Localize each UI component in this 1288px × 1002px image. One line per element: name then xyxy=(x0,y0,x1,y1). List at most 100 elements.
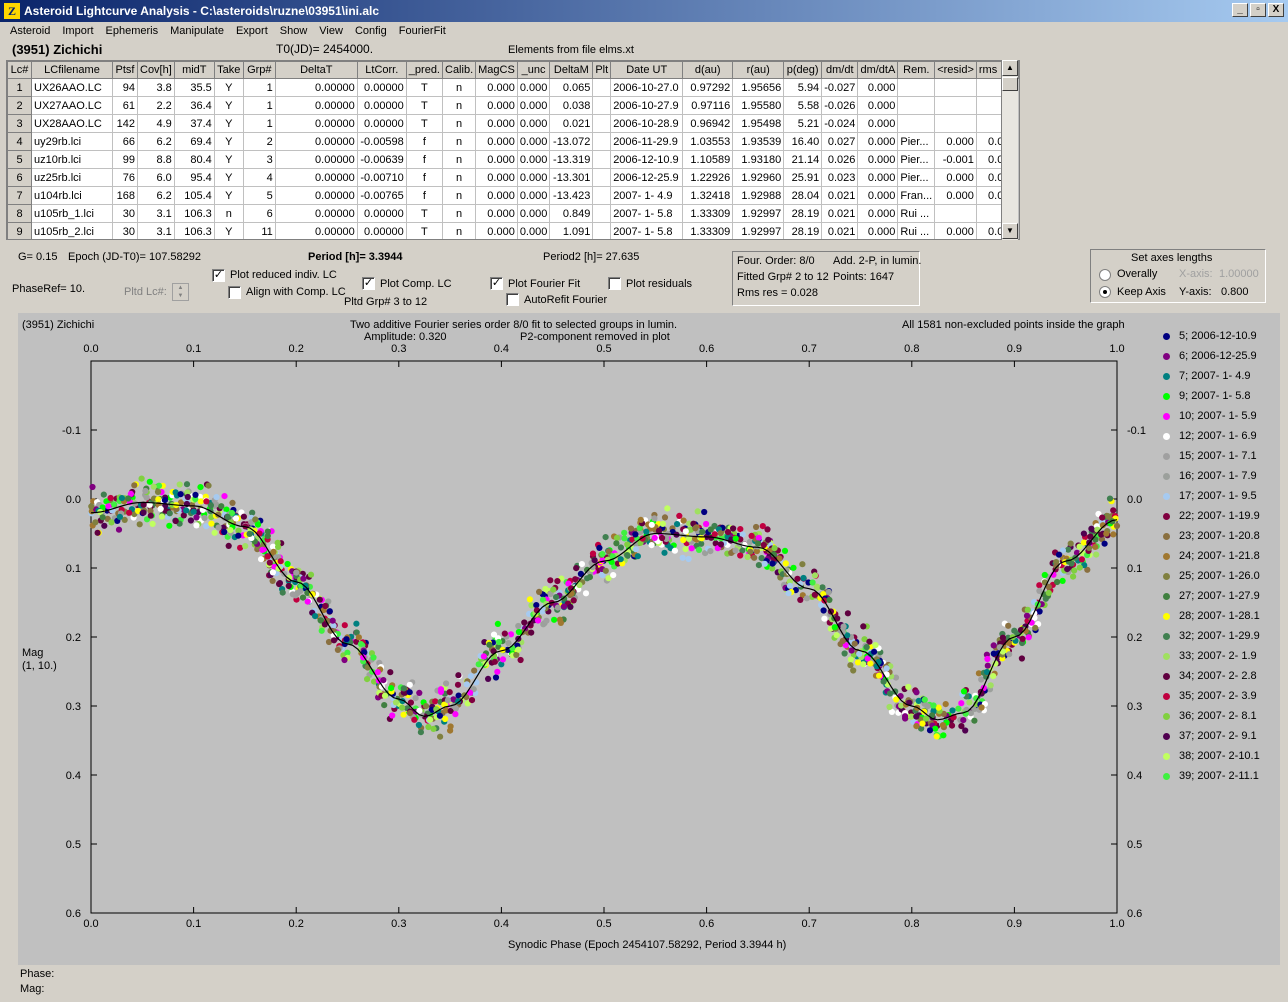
table-cell[interactable]: uz25rb.lci xyxy=(31,168,113,187)
table-cell[interactable]: 0.00000 xyxy=(274,186,358,205)
table-cell[interactable] xyxy=(592,222,612,239)
table-cell[interactable]: 0.96942 xyxy=(682,114,734,133)
table-cell[interactable]: 1.92997 xyxy=(732,204,785,223)
table-cell[interactable]: n xyxy=(441,132,477,151)
table-cell[interactable]: n xyxy=(441,78,477,97)
table-cell[interactable] xyxy=(592,204,612,223)
menu-view[interactable]: View xyxy=(313,22,349,41)
table-cell[interactable]: 2006-10-27.9 xyxy=(610,96,684,115)
table-row[interactable]: 2 UX27AAO.LC 61 2.2 36.4 Y 1 0.00000 0.00000 Tn 0.… xyxy=(7,96,1019,115)
scroll-down-icon[interactable]: ▼ xyxy=(1002,223,1018,239)
table-cell[interactable]: 1.95580 xyxy=(732,96,785,115)
table-cell[interactable]: 3.1 xyxy=(137,222,175,239)
table-cell[interactable]: 0.00000 xyxy=(274,78,358,97)
table-cell[interactable]: 2007- 1- 5.8 xyxy=(610,204,684,223)
table-cell[interactable]: 0.000 xyxy=(475,114,518,133)
column-header[interactable]: Cov[h] xyxy=(137,61,175,79)
column-header[interactable]: Date UT xyxy=(610,61,684,79)
table-cell[interactable]: 1.93539 xyxy=(732,132,785,151)
table-cell[interactable]: 1.93180 xyxy=(732,150,785,169)
keep-axis-radio[interactable] xyxy=(1099,286,1111,298)
table-cell[interactable]: 0.000 xyxy=(475,132,518,151)
table-cell[interactable]: 7 xyxy=(7,186,32,205)
table-cell[interactable]: 99 xyxy=(112,150,138,169)
table-cell[interactable]: 94 xyxy=(112,78,138,97)
table-cell[interactable]: -13.423 xyxy=(549,186,594,205)
table-cell[interactable]: uz10rb.lci xyxy=(31,150,113,169)
table-cell[interactable]: 0.000 xyxy=(857,132,899,151)
table-cell[interactable]: 0.027 xyxy=(821,132,859,151)
table-cell[interactable]: 0.065 xyxy=(549,78,594,97)
table-cell[interactable]: 0.00000 xyxy=(356,222,407,239)
align-comp-checkbox[interactable] xyxy=(228,286,241,299)
table-cell[interactable]: 1.95656 xyxy=(732,78,785,97)
table-cell[interactable] xyxy=(934,204,977,223)
table-cell[interactable]: 2006-10-27.0 xyxy=(610,78,684,97)
table-cell[interactable]: 5.21 xyxy=(783,114,823,133)
table-cell[interactable]: n xyxy=(441,222,477,239)
table-cell[interactable]: u105rb_1.lci xyxy=(31,204,113,223)
table-cell[interactable]: 1.92997 xyxy=(732,222,785,239)
minimize-button[interactable]: _ xyxy=(1232,3,1248,17)
table-cell[interactable]: 16.40 xyxy=(783,132,823,151)
table-cell[interactable]: u104rb.lci xyxy=(31,186,113,205)
table-cell[interactable]: n xyxy=(441,186,477,205)
table-cell[interactable]: Y xyxy=(213,132,244,151)
table-cell[interactable]: 0.000 xyxy=(516,114,551,133)
plot-fourier-checkbox[interactable]: ✓ xyxy=(490,277,503,290)
table-cell[interactable]: 35.5 xyxy=(173,78,215,97)
table-scrollbar[interactable]: ▲ ▼ xyxy=(1001,60,1018,240)
table-cell[interactable]: 2 xyxy=(7,96,32,115)
table-cell[interactable]: 1.03553 xyxy=(682,132,734,151)
table-cell[interactable]: 106.3 xyxy=(173,222,215,239)
table-cell[interactable]: Fran... xyxy=(897,186,936,205)
table-cell[interactable]: 0.000 xyxy=(516,132,551,151)
table-cell[interactable] xyxy=(592,168,612,187)
column-header[interactable]: MagCS xyxy=(475,61,518,79)
table-cell[interactable]: Y xyxy=(213,168,244,187)
table-cell[interactable]: 3.1 xyxy=(137,204,175,223)
table-cell[interactable]: 168 xyxy=(112,186,138,205)
column-header[interactable]: r(au) xyxy=(732,61,785,79)
table-cell[interactable]: 0.00000 xyxy=(356,96,407,115)
table-cell[interactable]: 1 xyxy=(7,78,32,97)
table-cell[interactable]: 0.00000 xyxy=(274,96,358,115)
table-cell[interactable]: -13.319 xyxy=(549,150,594,169)
column-header[interactable]: Plt xyxy=(592,61,612,79)
table-cell[interactable]: Pier... xyxy=(897,150,936,169)
table-cell[interactable]: 3.8 xyxy=(137,78,175,97)
table-cell[interactable]: 6.2 xyxy=(137,132,175,151)
table-cell[interactable]: 4 xyxy=(7,132,32,151)
table-cell[interactable]: UX27AAO.LC xyxy=(31,96,113,115)
table-cell[interactable]: n xyxy=(213,204,244,223)
table-cell[interactable]: n xyxy=(441,150,477,169)
table-cell[interactable]: 0.00000 xyxy=(274,222,358,239)
table-cell[interactable]: Rui ... xyxy=(897,222,936,239)
table-cell[interactable]: 0.000 xyxy=(934,186,977,205)
column-header[interactable]: Grp# xyxy=(242,61,276,79)
table-cell[interactable]: 0.000 xyxy=(934,132,977,151)
table-cell[interactable]: Y xyxy=(213,150,244,169)
table-cell[interactable]: Y xyxy=(213,78,244,97)
table-cell[interactable] xyxy=(592,114,612,133)
table-row[interactable]: 3 UX28AAO.LC 142 4.9 37.4 Y 1 0.00000 0.00000 Tn 0… xyxy=(7,114,1019,133)
table-cell[interactable]: 11 xyxy=(242,222,276,239)
table-cell[interactable]: -0.00598 xyxy=(356,132,407,151)
table-cell[interactable]: 0.00000 xyxy=(274,132,358,151)
table-cell[interactable] xyxy=(592,78,612,97)
column-header[interactable]: Ptsf xyxy=(112,61,138,79)
table-cell[interactable]: 95.4 xyxy=(173,168,215,187)
table-cell[interactable]: -0.027 xyxy=(821,78,859,97)
table-cell[interactable]: 5 xyxy=(7,150,32,169)
table-cell[interactable]: Y xyxy=(213,222,244,239)
table-cell[interactable]: 36.4 xyxy=(173,96,215,115)
table-cell[interactable]: 1.091 xyxy=(549,222,594,239)
table-cell[interactable]: 0.000 xyxy=(475,78,518,97)
column-header[interactable]: _pred. xyxy=(405,61,444,79)
table-cell[interactable]: 1.10589 xyxy=(682,150,734,169)
table-cell[interactable]: 1 xyxy=(242,114,276,133)
table-cell[interactable]: 2.2 xyxy=(137,96,175,115)
table-cell[interactable]: 2006-12-25.9 xyxy=(610,168,684,187)
table-cell[interactable]: 1.33309 xyxy=(682,222,734,239)
table-cell[interactable]: 0.000 xyxy=(475,96,518,115)
